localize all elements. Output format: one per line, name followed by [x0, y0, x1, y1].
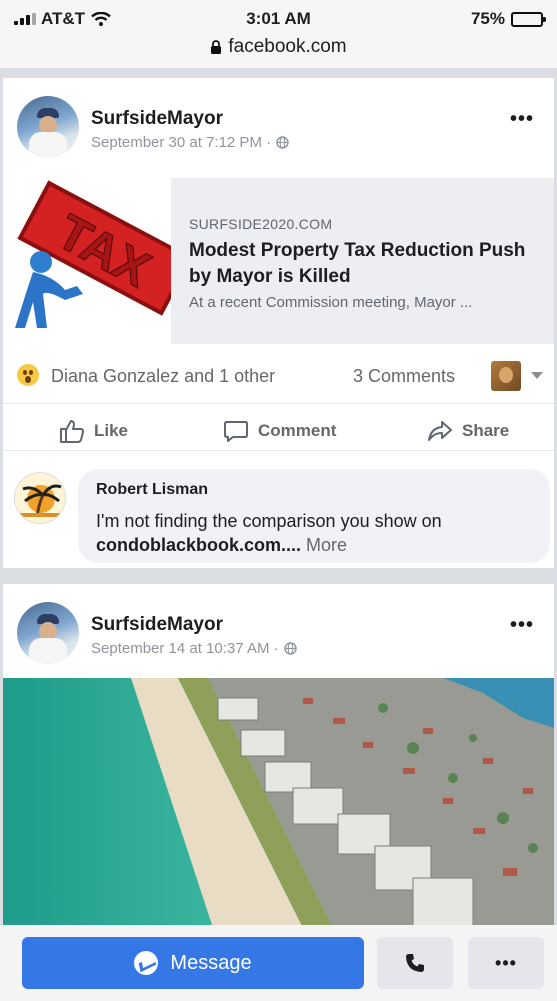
address-bar[interactable]: facebook.com [0, 36, 557, 58]
battery-icon [511, 11, 546, 27]
comment-bubble[interactable]: Robert Lisman I'm not finding the compar… [78, 469, 550, 563]
globe-icon [283, 642, 297, 655]
post-timestamp[interactable]: September 14 at 10:37 AM · [91, 640, 279, 657]
more-options-icon[interactable]: ••• [510, 108, 534, 131]
post-timestamp[interactable]: September 30 at 7:12 PM · [91, 134, 271, 151]
link-thumbnail: TAX [3, 178, 171, 344]
share-icon [428, 421, 452, 441]
share-label: Share [462, 421, 510, 440]
post-meta: September 30 at 7:12 PM · [91, 134, 289, 151]
comment-author[interactable]: Robert Lisman [96, 481, 208, 499]
post-author[interactable]: SurfsideMayor [91, 108, 223, 130]
post-author[interactable]: SurfsideMayor [91, 614, 223, 636]
post-header: SurfsideMayor September 30 at 7:12 PM · … [3, 78, 554, 168]
comment-button[interactable]: Comment [223, 419, 336, 443]
comment-body: I'm not finding the comparison you show … [96, 511, 442, 531]
palm-tree-icon [19, 484, 63, 518]
avatar[interactable] [17, 96, 79, 158]
battery-percent: 75% [470, 9, 505, 28]
like-label: Like [94, 421, 129, 440]
reactions-row: Diana Gonzalez and 1 other 3 Comments [3, 346, 554, 404]
call-button[interactable] [377, 937, 453, 989]
messenger-icon [134, 951, 159, 975]
divider [3, 450, 554, 451]
chevron-down-icon[interactable] [531, 372, 543, 379]
link-preview[interactable]: TAX SURFSIDE2020.COM Modest Property Tax… [3, 178, 554, 344]
post-meta: September 14 at 10:37 AM · [91, 640, 297, 657]
message-label: Message [170, 951, 252, 974]
post-header: SurfsideMayor September 14 at 10:37 AM ·… [3, 584, 554, 674]
phone-icon [406, 954, 424, 972]
viewer-avatar[interactable] [491, 361, 521, 391]
tax-illustration: TAX [15, 180, 171, 328]
more-options-icon: ••• [495, 952, 517, 973]
link-description: At a recent Commission meeting, Mayor ..… [189, 294, 473, 311]
comments-count[interactable]: 3 Comments [353, 366, 455, 387]
bottom-action-bar: Message ••• [0, 925, 557, 1001]
globe-icon [276, 136, 289, 149]
comment-label: Comment [258, 421, 337, 440]
wow-reaction-icon [17, 364, 39, 386]
avatar[interactable] [17, 602, 79, 664]
more-actions-button[interactable]: ••• [468, 937, 544, 989]
link-domain: SURFSIDE2020.COM [189, 216, 333, 232]
comment-icon [224, 421, 248, 442]
aerial-beach-image [3, 678, 554, 928]
comment-text: I'm not finding the comparison you show … [96, 509, 536, 557]
more-options-icon[interactable]: ••• [510, 614, 534, 637]
message-button[interactable]: Message [22, 937, 364, 989]
comment-link[interactable]: condoblackbook.com.... [96, 535, 301, 555]
post-card: SurfsideMayor September 14 at 10:37 AM ·… [3, 584, 554, 928]
battery-indicator: 75% [470, 9, 546, 29]
status-bar: AT&T 3:01 AM 75% facebook.com [0, 0, 557, 68]
post-photo[interactable] [3, 678, 554, 928]
thumbs-up-icon [60, 420, 84, 443]
lock-icon [211, 39, 222, 54]
reactions-summary[interactable]: Diana Gonzalez and 1 other [51, 366, 275, 387]
commenter-avatar[interactable] [14, 472, 66, 524]
link-title: Modest Property Tax Reduction Push by Ma… [189, 240, 526, 287]
see-more-link[interactable]: More [301, 535, 347, 555]
url-text: facebook.com [228, 36, 347, 57]
like-button[interactable]: Like [59, 419, 128, 443]
share-button[interactable]: Share [427, 419, 509, 443]
